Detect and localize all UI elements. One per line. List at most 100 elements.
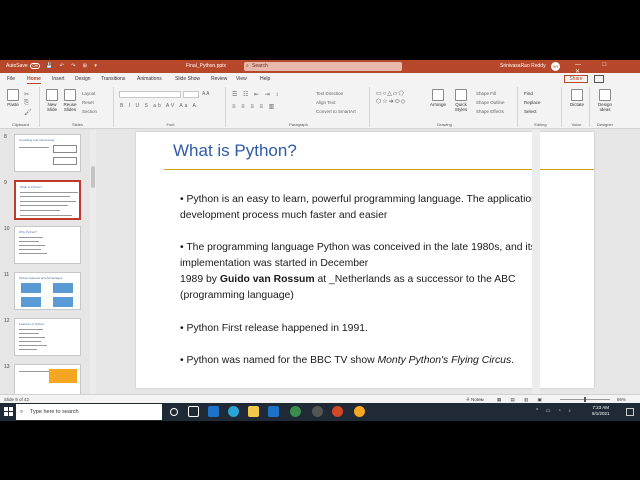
new-slide-icon [46, 89, 58, 101]
file-explorer-icon[interactable] [248, 406, 259, 417]
design-ideas-button[interactable]: Design Ideas [595, 89, 615, 112]
thumb-line [19, 241, 39, 242]
align-text-button[interactable]: Align Text [316, 100, 335, 105]
select-button[interactable]: Select [524, 109, 537, 114]
shape-effects-button[interactable]: Shape Effects [476, 109, 504, 114]
reset-button[interactable]: Reset [82, 100, 94, 105]
find-button[interactable]: Find [524, 91, 533, 96]
cortana-icon[interactable] [170, 408, 178, 416]
comments-icon[interactable] [594, 75, 604, 83]
app-icon[interactable] [290, 406, 301, 417]
font-size-dropdown[interactable] [183, 91, 199, 98]
thumb-number: 12 [4, 318, 10, 324]
monty-python-italic: Monty Python's Flying Circus [377, 354, 512, 366]
reuse-slides-button[interactable]: Reuse Slides [62, 89, 78, 112]
tab-file[interactable]: File [7, 76, 15, 82]
tab-review[interactable]: Review [211, 76, 227, 82]
tab-design[interactable]: Design [75, 76, 91, 82]
search-placeholder: Search [252, 63, 268, 69]
thumb-number: 11 [4, 272, 10, 278]
thumb-line [20, 196, 70, 197]
thumb-title: Why Python? [19, 230, 37, 234]
quick-styles-button[interactable]: Quick Styles [450, 89, 472, 112]
group-editing: Find Replace Select Editing [520, 87, 562, 127]
tab-insert[interactable]: Insert [52, 76, 65, 82]
cut-icon[interactable]: ✂ [24, 91, 29, 98]
autosave-toggle[interactable]: Off [30, 63, 40, 69]
thumb-line [19, 147, 49, 148]
thumb-line [20, 205, 68, 206]
bullet-4-text: • Python was named for the BBC TV show [180, 354, 378, 366]
quick-access-toolbar[interactable]: 💾 ↶ ↷ ⊞ ▾ [46, 63, 100, 69]
mail-icon[interactable] [208, 406, 219, 417]
thumb-line [19, 329, 43, 330]
font-grow-icon[interactable]: A A [202, 91, 210, 97]
slide-title[interactable]: What is Python? [173, 141, 297, 161]
scrollbar-thumb[interactable] [91, 166, 95, 188]
slide-thumbnail-8[interactable]: Compiling and Interpreting [14, 134, 81, 172]
clock[interactable]: 7:23 AM 5/1/2021 [592, 405, 610, 417]
paste-button[interactable]: Paste [5, 89, 21, 107]
store-icon[interactable] [268, 406, 279, 417]
task-view-icon[interactable] [188, 406, 199, 417]
list-buttons[interactable]: ☰ ☷ ⇤ ⇥ ↕ [232, 91, 280, 98]
thumb-line [20, 201, 76, 202]
new-slide-button[interactable]: New Slide [44, 89, 60, 112]
font-format-buttons[interactable]: B I U S ab AV Aa A [120, 103, 198, 109]
document-name: Final_Python.pptx [186, 63, 227, 69]
drawing-group-label: Drawing [437, 122, 452, 127]
share-button[interactable]: Share [564, 75, 588, 83]
tab-help[interactable]: Help [260, 76, 270, 82]
copy-icon[interactable]: ⎘ [24, 100, 29, 107]
text-direction-button[interactable]: Text Direction [316, 91, 343, 96]
windows-start-icon[interactable] [4, 407, 13, 416]
group-drawing: ▭○△▱⬠ ⬡☆➔⬭◇ Arrange Quick Styles Shape F… [372, 87, 518, 127]
shapes-gallery[interactable]: ▭○△▱⬠ ⬡☆➔⬭◇ [376, 90, 420, 114]
replace-button[interactable]: Replace [524, 100, 541, 105]
dictate-button[interactable]: Dictate [567, 89, 587, 107]
search-box[interactable]: ⌕ Search [244, 62, 402, 71]
design-ideas-icon [599, 89, 611, 101]
zoom-slider[interactable] [560, 397, 610, 402]
slide-thumbnail-10[interactable]: Why Python? [14, 226, 81, 264]
user-name[interactable]: SrinivasaRao Reddy [500, 63, 546, 69]
system-tray[interactable]: ^ ▭ ◔ ♪ [536, 408, 574, 414]
powerpoint-taskbar-icon[interactable] [332, 406, 343, 417]
font-name-dropdown[interactable] [119, 91, 181, 98]
tab-view[interactable]: View [236, 76, 247, 82]
voice-group-label: Voice [571, 122, 582, 127]
taskbar-search[interactable]: ⌕ Type here to search [16, 404, 162, 420]
zoom-level[interactable]: 86% [617, 397, 626, 402]
notification-icon[interactable] [626, 408, 634, 416]
shape-fill-button[interactable]: Shape Fill [476, 91, 496, 96]
edge-icon[interactable] [228, 406, 239, 417]
group-designer: Design Ideas Designer [592, 87, 618, 127]
tab-animations[interactable]: Animations [137, 76, 162, 82]
format-painter-icon[interactable]: 🖌 [24, 109, 32, 116]
slide-thumbnail-12[interactable]: Features of Python [14, 318, 81, 356]
shape-outline-button[interactable]: Shape Outline [476, 100, 505, 105]
thumb-line [19, 341, 41, 342]
slide-thumbnail-11[interactable]: Python features and Advantages [14, 272, 81, 310]
new-slide-label: New Slide [46, 102, 57, 112]
zoom-slider-thumb[interactable] [584, 397, 586, 402]
slide-thumbnail-9[interactable]: What is Python? [14, 180, 81, 220]
layout-button[interactable]: Layout [82, 91, 96, 96]
quick-styles-label: Quick Styles [454, 102, 468, 112]
tab-slide-show[interactable]: Slide Show [175, 76, 200, 82]
slide-scrollbar[interactable] [532, 130, 540, 416]
section-button[interactable]: Section [82, 109, 97, 114]
search-icon: ⌕ [246, 63, 249, 69]
slide-body[interactable]: • Python is an easy to learn, powerful p… [180, 192, 580, 385]
slide-canvas[interactable]: What is Python? • Python is an easy to l… [136, 132, 594, 388]
tab-transitions[interactable]: Transitions [101, 76, 125, 82]
font-group-label: Font [166, 122, 175, 127]
smartart-button[interactable]: Convert to SmartArt [316, 109, 356, 114]
alignment-buttons[interactable]: ≡ ≡ ≡ ≡ ▥ [232, 103, 276, 110]
tab-home[interactable]: Home [27, 76, 41, 84]
settings-icon[interactable] [312, 406, 323, 417]
chrome-icon[interactable] [354, 406, 365, 417]
arrange-button[interactable]: Arrange [428, 89, 448, 107]
editing-group-label: Editing [534, 122, 547, 127]
avatar[interactable]: SR [551, 62, 560, 71]
